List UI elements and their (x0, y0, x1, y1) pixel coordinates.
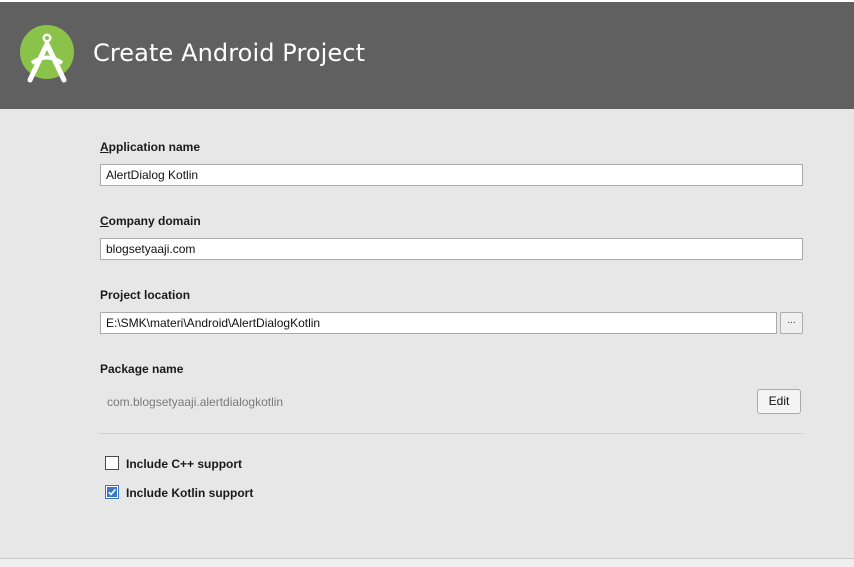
wizard-header: Create Android Project (0, 2, 854, 109)
include-kotlin-checkbox[interactable] (105, 485, 119, 499)
project-location-field[interactable]: E:\SMK\materi\Android\AlertDialogKotlin (100, 312, 777, 334)
application-name-field[interactable]: AlertDialog Kotlin (100, 164, 803, 186)
application-name-label: Application name (100, 140, 201, 154)
divider (100, 433, 803, 434)
company-domain-field[interactable]: blogsetyaaji.com (100, 238, 803, 260)
package-name-value: com.blogsetyaaji.alertdialogkotlin (107, 395, 284, 409)
package-name-label: Package name (100, 362, 184, 376)
browse-button[interactable]: ... (780, 312, 803, 334)
include-kotlin-label[interactable]: Include Kotlin support (126, 486, 253, 500)
android-studio-logo-icon (19, 22, 75, 84)
project-location-label: Project location (100, 288, 191, 302)
page-title: Create Android Project (93, 39, 366, 67)
include-cpp-label[interactable]: Include C++ support (126, 457, 242, 471)
company-domain-label: Company domain (100, 214, 201, 228)
footer-strip (0, 559, 854, 567)
checkmark-icon (107, 487, 117, 497)
edit-package-button[interactable]: Edit (757, 389, 801, 414)
include-cpp-checkbox[interactable] (105, 456, 119, 470)
